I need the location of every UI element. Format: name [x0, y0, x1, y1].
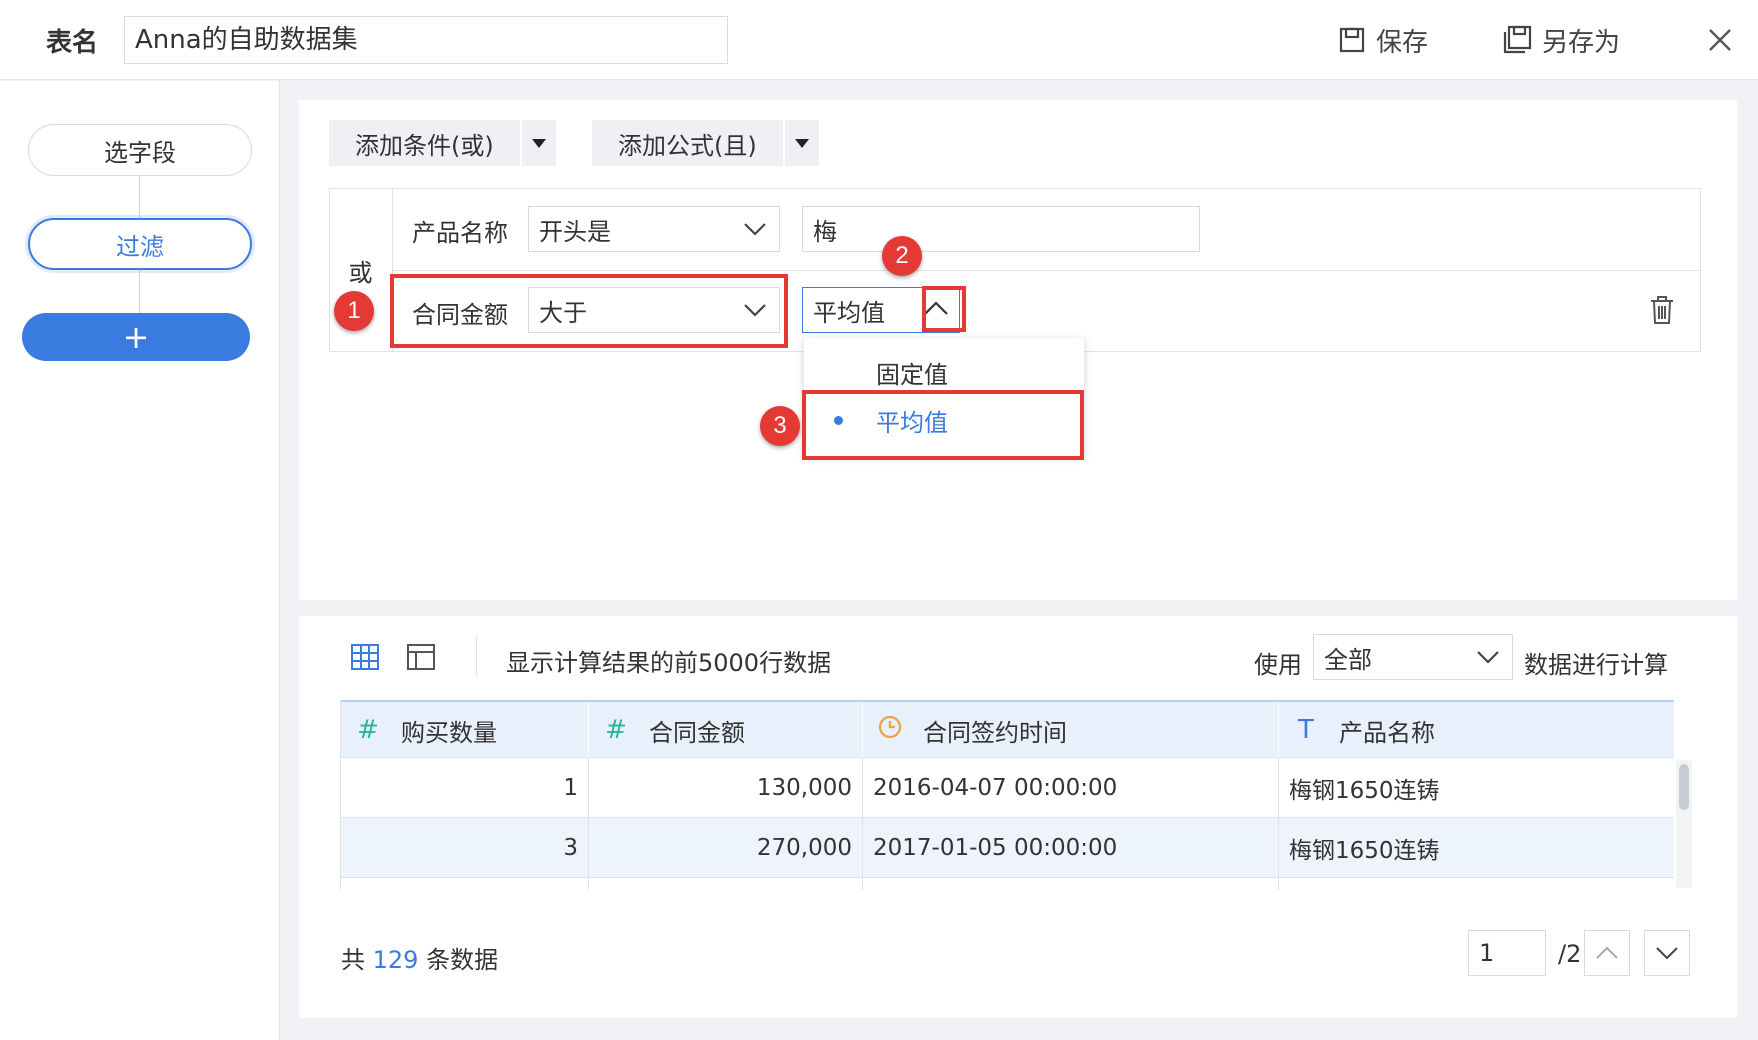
highlight-box-condition	[390, 274, 788, 348]
column-header[interactable]: # 合同金额	[589, 702, 863, 758]
dropdown-option-fixed[interactable]: 固定值	[804, 348, 1084, 396]
add-condition-label: 添加条件(或)	[355, 131, 494, 160]
operator-value: 开头是	[539, 217, 611, 246]
table-cell	[589, 878, 863, 890]
caret-down-icon[interactable]	[782, 120, 819, 166]
add-condition-or-button[interactable]: 添加条件(或)	[329, 120, 556, 166]
table-row: 3 270,000 2017-01-05 00:00:00 梅钢1650连铸	[341, 818, 1674, 878]
table-row: 1 130,000 2016-04-07 00:00:00 梅钢1650连铸	[341, 758, 1674, 818]
table-cell: 130,000	[589, 758, 863, 818]
column-name: 合同金额	[649, 718, 745, 747]
highlight-box-toggle	[922, 286, 966, 332]
highlight-box-option	[802, 390, 1084, 460]
total-number: 129	[372, 946, 419, 974]
table-name-label: 表名	[46, 28, 99, 58]
save-as-icon	[1503, 25, 1532, 54]
prev-page-button[interactable]	[1584, 930, 1630, 976]
table-cell: 1	[341, 758, 589, 818]
step-badge-3: 3	[760, 406, 800, 446]
operator-select[interactable]: 开头是	[528, 206, 780, 252]
next-page-button[interactable]	[1644, 930, 1690, 976]
row-divider	[393, 270, 1700, 271]
trash-icon[interactable]	[1648, 294, 1676, 326]
save-label: 保存	[1376, 27, 1429, 58]
column-header[interactable]: 合同签约时间	[863, 702, 1279, 758]
step-badge-1: 1	[334, 291, 374, 331]
toolbar-divider	[476, 636, 477, 676]
table-header: # 购买数量 # 合同金额 合同签约时间 T 产品名称	[341, 700, 1674, 758]
caret-down-icon[interactable]	[519, 120, 556, 166]
save-as-label: 另存为	[1542, 27, 1621, 58]
total-prefix: 共	[341, 946, 365, 974]
table-cell: 梅钢1650连铸	[1279, 758, 1674, 818]
number-type-icon: #	[357, 715, 379, 745]
table-cell	[863, 878, 1279, 890]
column-header[interactable]: T 产品名称	[1279, 702, 1674, 758]
save-icon	[1339, 27, 1365, 53]
table-cell: 2017-01-05 00:00:00	[863, 818, 1279, 878]
save-button[interactable]: 保存	[1338, 20, 1428, 60]
step-connector	[139, 176, 140, 218]
page-number-input[interactable]: 1	[1468, 930, 1546, 976]
chevron-down-icon	[1477, 651, 1499, 664]
step-select-fields[interactable]: 选字段	[28, 124, 252, 176]
page-total: /2	[1558, 940, 1582, 968]
column-name: 购买数量	[401, 718, 497, 747]
column-name: 产品名称	[1339, 718, 1435, 747]
chevron-down-icon	[1656, 947, 1678, 960]
total-count: 共 129 条数据	[341, 940, 498, 975]
column-header[interactable]: # 购买数量	[341, 702, 589, 758]
layout-view-icon[interactable]	[406, 642, 436, 672]
add-formula-and-button[interactable]: 添加公式(且)	[592, 120, 819, 166]
save-as-button[interactable]: 另存为	[1502, 20, 1620, 60]
table-cell: 梅钢1650连铸	[1279, 818, 1674, 878]
condition-value-input[interactable]: 梅	[802, 206, 1200, 252]
step-connector	[139, 270, 140, 313]
add-step-button[interactable]: +	[22, 313, 250, 361]
table-cell: 270,000	[589, 818, 863, 878]
data-table: # 购买数量 # 合同金额 合同签约时间 T 产品名称 1 130,000 20…	[340, 700, 1674, 890]
chevron-down-icon	[744, 223, 766, 236]
clock-icon	[875, 714, 905, 747]
scrollbar-thumb[interactable]	[1679, 764, 1689, 810]
add-formula-label: 添加公式(且)	[618, 131, 757, 160]
step-badge-2: 2	[882, 236, 922, 276]
text-type-icon: T	[1298, 715, 1314, 745]
close-icon[interactable]	[1702, 22, 1738, 58]
chevron-up-icon	[1596, 946, 1618, 959]
use-label: 使用	[1254, 651, 1302, 679]
calc-scope-value: 全部	[1324, 645, 1372, 674]
preview-info-text: 显示计算结果的前5000行数据	[506, 649, 832, 677]
grid-view-icon[interactable]	[350, 642, 380, 672]
total-suffix: 条数据	[426, 946, 499, 974]
table-cell: 3	[341, 818, 589, 878]
table-cell	[341, 878, 589, 890]
number-type-icon: #	[605, 715, 627, 745]
use-after-label: 数据进行计算	[1524, 651, 1668, 679]
condition-field: 产品名称	[412, 219, 508, 247]
table-cell	[1279, 878, 1674, 890]
table-cell: 2016-04-07 00:00:00	[863, 758, 1279, 818]
step-filter[interactable]: 过滤	[28, 218, 252, 270]
table-row	[341, 878, 1674, 890]
calc-scope-select[interactable]: 全部	[1313, 634, 1513, 680]
table-name-input[interactable]: Anna的自助数据集	[124, 16, 728, 64]
column-name: 合同签约时间	[923, 718, 1067, 747]
value-type-text: 平均值	[813, 298, 885, 327]
